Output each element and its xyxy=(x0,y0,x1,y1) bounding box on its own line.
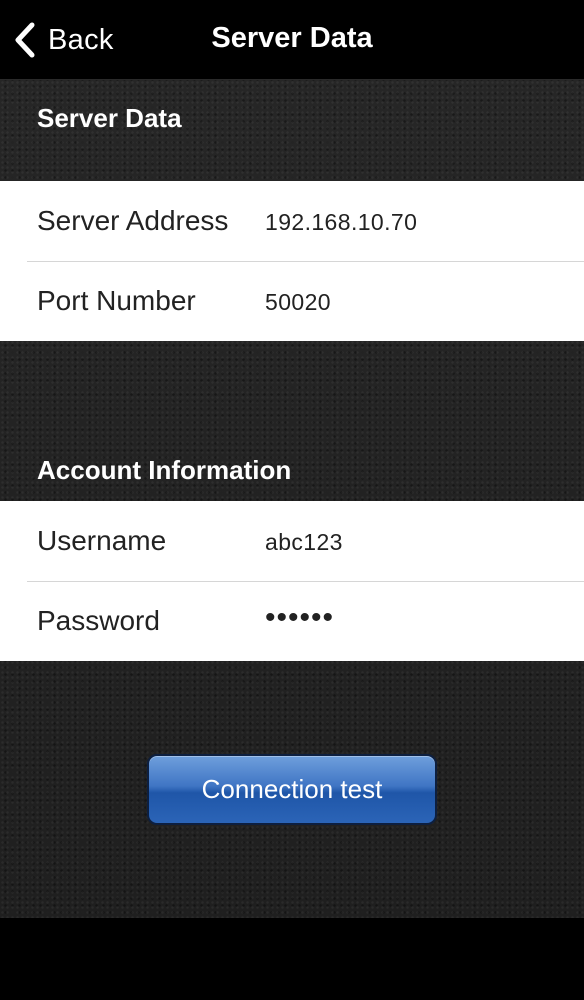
username-field[interactable]: abc123 xyxy=(265,529,565,556)
password-field[interactable]: •••••• xyxy=(265,601,565,635)
server-address-row[interactable]: Server Address 192.168.10.70 xyxy=(0,181,584,261)
section-header-server-data: Server Data xyxy=(37,103,182,133)
username-row[interactable]: Username abc123 xyxy=(0,501,584,581)
server-address-field[interactable]: 192.168.10.70 xyxy=(265,209,565,236)
password-row[interactable]: Password •••••• xyxy=(0,581,584,661)
username-label: Username xyxy=(37,525,167,556)
password-label: Password xyxy=(37,605,160,636)
server-data-group: Server Address 192.168.10.70 Port Number… xyxy=(0,181,584,341)
page-title: Server Data xyxy=(211,22,373,54)
port-number-row[interactable]: Port Number 50020 xyxy=(0,261,584,341)
section-header-account-information: Account Information xyxy=(37,455,292,485)
port-number-field[interactable]: 50020 xyxy=(265,289,565,316)
settings-content: Server Data Server Address 192.168.10.70… xyxy=(0,80,584,918)
account-information-group: Username abc123 Password •••••• xyxy=(0,501,584,661)
navigation-bar: Back Server Data xyxy=(0,0,584,80)
connection-test-button[interactable]: Connection test xyxy=(147,754,437,825)
port-number-label: Port Number xyxy=(37,285,196,316)
bottom-bar xyxy=(0,918,584,1000)
server-address-label: Server Address xyxy=(37,205,229,236)
